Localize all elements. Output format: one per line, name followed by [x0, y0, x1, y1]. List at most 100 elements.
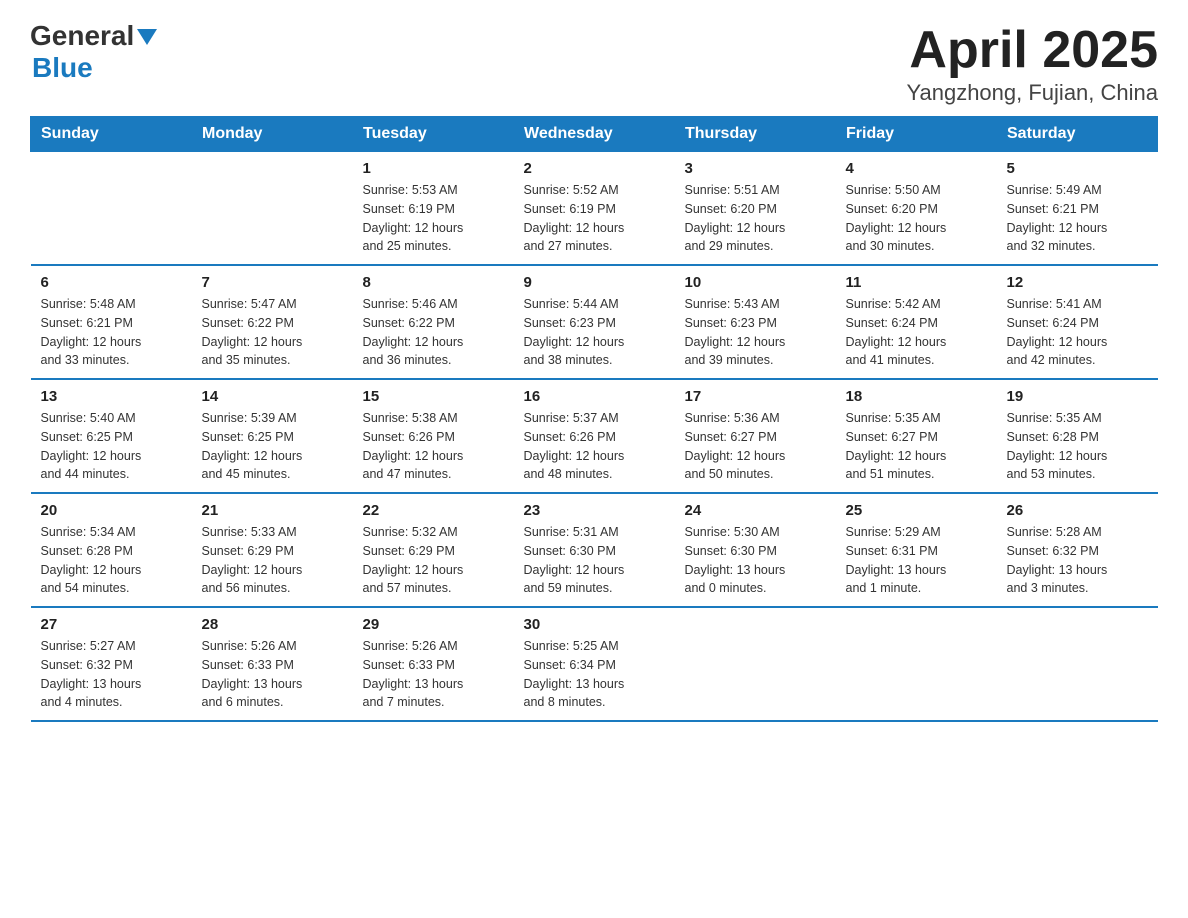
- calendar-cell: 10 Sunrise: 5:43 AMSunset: 6:23 PMDayligh…: [675, 265, 836, 379]
- day-number: 28: [202, 616, 343, 633]
- logo-blue-text: Blue: [32, 52, 93, 83]
- day-info: Sunrise: 5:53 AMSunset: 6:19 PMDaylight:…: [363, 181, 504, 256]
- day-number: 5: [1007, 160, 1148, 177]
- day-number: 26: [1007, 502, 1148, 519]
- calendar-cell: 19 Sunrise: 5:35 AMSunset: 6:28 PMDayligh…: [997, 379, 1158, 493]
- weekday-header-friday: Friday: [836, 117, 997, 152]
- day-info: Sunrise: 5:31 AMSunset: 6:30 PMDaylight:…: [524, 523, 665, 598]
- calendar-title: April 2025: [906, 20, 1158, 80]
- calendar-cell: 9 Sunrise: 5:44 AMSunset: 6:23 PMDaylight…: [514, 265, 675, 379]
- day-info: Sunrise: 5:33 AMSunset: 6:29 PMDaylight:…: [202, 523, 343, 598]
- calendar-cell: 20 Sunrise: 5:34 AMSunset: 6:28 PMDayligh…: [31, 493, 192, 607]
- page-header: General Blue April 2025 Yangzhong, Fujia…: [30, 20, 1158, 106]
- calendar-cell: [997, 607, 1158, 721]
- day-info: Sunrise: 5:26 AMSunset: 6:33 PMDaylight:…: [202, 637, 343, 712]
- title-section: April 2025 Yangzhong, Fujian, China: [906, 20, 1158, 106]
- day-number: 9: [524, 274, 665, 291]
- day-number: 19: [1007, 388, 1148, 405]
- day-info: Sunrise: 5:42 AMSunset: 6:24 PMDaylight:…: [846, 295, 987, 370]
- day-number: 27: [41, 616, 182, 633]
- calendar-cell: 17 Sunrise: 5:36 AMSunset: 6:27 PMDayligh…: [675, 379, 836, 493]
- day-number: 17: [685, 388, 826, 405]
- day-info: Sunrise: 5:35 AMSunset: 6:28 PMDaylight:…: [1007, 409, 1148, 484]
- calendar-cell: 30Sunrise: 5:25 AMSunset: 6:34 PMDayligh…: [514, 607, 675, 721]
- day-number: 6: [41, 274, 182, 291]
- weekday-header-saturday: Saturday: [997, 117, 1158, 152]
- calendar-cell: 16Sunrise: 5:37 AMSunset: 6:26 PMDayligh…: [514, 379, 675, 493]
- calendar-cell: [836, 607, 997, 721]
- calendar-cell: 11 Sunrise: 5:42 AMSunset: 6:24 PMDayligh…: [836, 265, 997, 379]
- day-number: 12: [1007, 274, 1148, 291]
- weekday-header-tuesday: Tuesday: [353, 117, 514, 152]
- calendar-week-row: 13 Sunrise: 5:40 AMSunset: 6:25 PMDayligh…: [31, 379, 1158, 493]
- day-number: 20: [41, 502, 182, 519]
- day-info: Sunrise: 5:43 AMSunset: 6:23 PMDaylight:…: [685, 295, 826, 370]
- logo: General Blue: [30, 20, 157, 84]
- day-number: 2: [524, 160, 665, 177]
- logo-general-text: General: [30, 20, 134, 52]
- day-info: Sunrise: 5:27 AMSunset: 6:32 PMDaylight:…: [41, 637, 182, 712]
- day-number: 4: [846, 160, 987, 177]
- weekday-header-wednesday: Wednesday: [514, 117, 675, 152]
- calendar-cell: 25 Sunrise: 5:29 AMSunset: 6:31 PMDayligh…: [836, 493, 997, 607]
- day-info: Sunrise: 5:39 AMSunset: 6:25 PMDaylight:…: [202, 409, 343, 484]
- weekday-header-thursday: Thursday: [675, 117, 836, 152]
- calendar-cell: 28 Sunrise: 5:26 AMSunset: 6:33 PMDayligh…: [192, 607, 353, 721]
- calendar-cell: [192, 152, 353, 266]
- calendar-cell: 27 Sunrise: 5:27 AMSunset: 6:32 PMDayligh…: [31, 607, 192, 721]
- day-number: 25: [846, 502, 987, 519]
- day-info: Sunrise: 5:51 AMSunset: 6:20 PMDaylight:…: [685, 181, 826, 256]
- day-number: 8: [363, 274, 504, 291]
- calendar-body: 1Sunrise: 5:53 AMSunset: 6:19 PMDaylight…: [31, 152, 1158, 722]
- day-number: 3: [685, 160, 826, 177]
- calendar-week-row: 1Sunrise: 5:53 AMSunset: 6:19 PMDaylight…: [31, 152, 1158, 266]
- calendar-cell: 24 Sunrise: 5:30 AMSunset: 6:30 PMDayligh…: [675, 493, 836, 607]
- calendar-subtitle: Yangzhong, Fujian, China: [906, 80, 1158, 106]
- calendar-cell: [31, 152, 192, 266]
- day-info: Sunrise: 5:36 AMSunset: 6:27 PMDaylight:…: [685, 409, 826, 484]
- calendar-cell: 14 Sunrise: 5:39 AMSunset: 6:25 PMDayligh…: [192, 379, 353, 493]
- day-info: Sunrise: 5:30 AMSunset: 6:30 PMDaylight:…: [685, 523, 826, 598]
- day-info: Sunrise: 5:48 AMSunset: 6:21 PMDaylight:…: [41, 295, 182, 370]
- calendar-cell: 18Sunrise: 5:35 AMSunset: 6:27 PMDayligh…: [836, 379, 997, 493]
- day-info: Sunrise: 5:52 AMSunset: 6:19 PMDaylight:…: [524, 181, 665, 256]
- day-info: Sunrise: 5:37 AMSunset: 6:26 PMDaylight:…: [524, 409, 665, 484]
- day-info: Sunrise: 5:44 AMSunset: 6:23 PMDaylight:…: [524, 295, 665, 370]
- day-number: 11: [846, 274, 987, 291]
- day-number: 7: [202, 274, 343, 291]
- day-number: 21: [202, 502, 343, 519]
- day-info: Sunrise: 5:29 AMSunset: 6:31 PMDaylight:…: [846, 523, 987, 598]
- calendar-cell: 21 Sunrise: 5:33 AMSunset: 6:29 PMDayligh…: [192, 493, 353, 607]
- day-info: Sunrise: 5:26 AMSunset: 6:33 PMDaylight:…: [363, 637, 504, 712]
- calendar-cell: 1Sunrise: 5:53 AMSunset: 6:19 PMDaylight…: [353, 152, 514, 266]
- weekday-header-row: SundayMondayTuesdayWednesdayThursdayFrid…: [31, 117, 1158, 152]
- day-number: 10: [685, 274, 826, 291]
- day-number: 18: [846, 388, 987, 405]
- calendar-header: SundayMondayTuesdayWednesdayThursdayFrid…: [31, 117, 1158, 152]
- day-number: 23: [524, 502, 665, 519]
- calendar-cell: 6 Sunrise: 5:48 AMSunset: 6:21 PMDaylight…: [31, 265, 192, 379]
- logo-triangle-icon: [137, 29, 157, 45]
- day-info: Sunrise: 5:49 AMSunset: 6:21 PMDaylight:…: [1007, 181, 1148, 256]
- calendar-week-row: 20 Sunrise: 5:34 AMSunset: 6:28 PMDayligh…: [31, 493, 1158, 607]
- calendar-cell: 8 Sunrise: 5:46 AMSunset: 6:22 PMDaylight…: [353, 265, 514, 379]
- calendar-cell: 7Sunrise: 5:47 AMSunset: 6:22 PMDaylight…: [192, 265, 353, 379]
- day-info: Sunrise: 5:46 AMSunset: 6:22 PMDaylight:…: [363, 295, 504, 370]
- calendar-cell: 29Sunrise: 5:26 AMSunset: 6:33 PMDayligh…: [353, 607, 514, 721]
- calendar-cell: 2 Sunrise: 5:52 AMSunset: 6:19 PMDaylight…: [514, 152, 675, 266]
- day-info: Sunrise: 5:28 AMSunset: 6:32 PMDaylight:…: [1007, 523, 1148, 598]
- day-number: 24: [685, 502, 826, 519]
- day-info: Sunrise: 5:40 AMSunset: 6:25 PMDaylight:…: [41, 409, 182, 484]
- day-info: Sunrise: 5:25 AMSunset: 6:34 PMDaylight:…: [524, 637, 665, 712]
- calendar-cell: 15Sunrise: 5:38 AMSunset: 6:26 PMDayligh…: [353, 379, 514, 493]
- calendar-cell: 23 Sunrise: 5:31 AMSunset: 6:30 PMDayligh…: [514, 493, 675, 607]
- calendar-cell: 26 Sunrise: 5:28 AMSunset: 6:32 PMDayligh…: [997, 493, 1158, 607]
- calendar-cell: 22Sunrise: 5:32 AMSunset: 6:29 PMDayligh…: [353, 493, 514, 607]
- day-info: Sunrise: 5:34 AMSunset: 6:28 PMDaylight:…: [41, 523, 182, 598]
- calendar-cell: 13 Sunrise: 5:40 AMSunset: 6:25 PMDayligh…: [31, 379, 192, 493]
- day-number: 14: [202, 388, 343, 405]
- day-number: 15: [363, 388, 504, 405]
- calendar-cell: 12Sunrise: 5:41 AMSunset: 6:24 PMDayligh…: [997, 265, 1158, 379]
- day-number: 13: [41, 388, 182, 405]
- calendar-week-row: 27 Sunrise: 5:27 AMSunset: 6:32 PMDayligh…: [31, 607, 1158, 721]
